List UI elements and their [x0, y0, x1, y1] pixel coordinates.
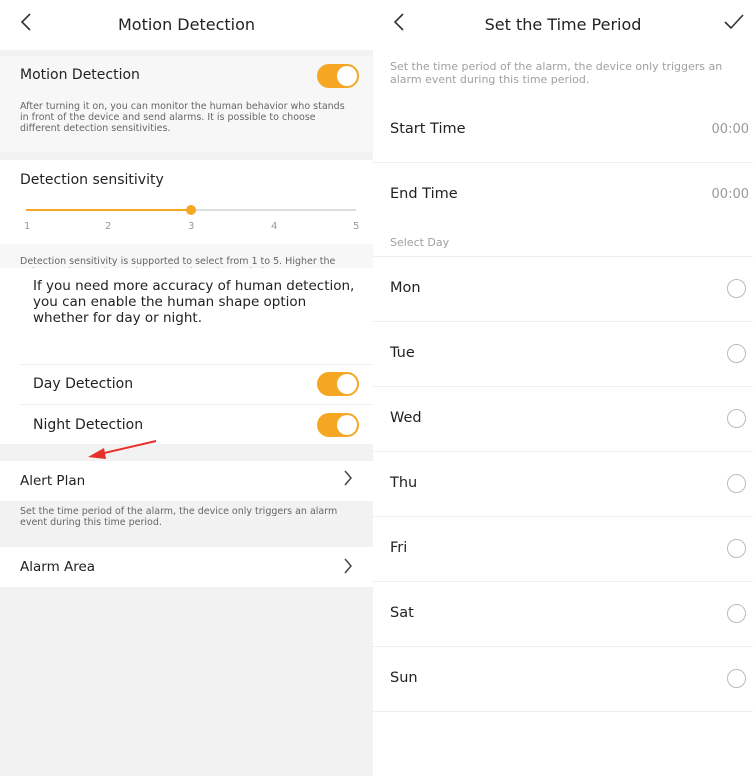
alert-plan-label: Alert Plan: [20, 473, 86, 489]
end-time-row[interactable]: End Time 00:00: [373, 163, 753, 227]
alert-plan-row[interactable]: Alert Plan: [0, 461, 373, 501]
day-row-fri[interactable]: Fri: [373, 517, 753, 581]
row-divider: [373, 711, 753, 712]
day-radio-thu[interactable]: [727, 474, 746, 493]
set-time-period-screen: Set the Time Period Set the time period …: [373, 0, 753, 776]
annotation-arrow-icon: [88, 440, 157, 459]
alert-plan-hint: Set the time period of the alarm, the de…: [20, 506, 338, 528]
sensitivity-section: Detection sensitivity 1 2 3 4 5 Detectio…: [0, 160, 373, 278]
sensitivity-slider-fill: [26, 209, 191, 211]
day-label: Mon: [390, 280, 421, 296]
day-row-wed[interactable]: Wed: [373, 387, 753, 451]
motion-detection-label: Motion Detection: [20, 67, 140, 83]
tick-label: 2: [105, 221, 112, 232]
day-detection-toggle[interactable]: [317, 372, 359, 396]
start-time-label: Start Time: [390, 121, 466, 137]
day-label: Sun: [390, 670, 418, 686]
motion-detection-screen: Motion Detection Motion Detection After …: [0, 0, 373, 776]
day-row-mon[interactable]: Mon: [373, 257, 753, 321]
day-radio-sun[interactable]: [727, 669, 746, 688]
day-row-thu[interactable]: Thu: [373, 452, 753, 516]
day-radio-wed[interactable]: [727, 409, 746, 428]
alarm-area-label: Alarm Area: [20, 559, 96, 575]
day-label: Sat: [390, 605, 414, 621]
end-time-value: 00:00: [711, 187, 749, 202]
night-detection-toggle[interactable]: [317, 413, 359, 437]
day-radio-sat[interactable]: [727, 604, 746, 623]
time-period-hint: Set the time period of the alarm, the de…: [390, 60, 723, 86]
human-shape-section: If you need more accuracy of human detec…: [0, 268, 373, 444]
day-row-sun[interactable]: Sun: [373, 647, 753, 711]
sensitivity-label: Detection sensitivity: [20, 172, 164, 188]
day-radio-tue[interactable]: [727, 344, 746, 363]
tick-label: 1: [24, 221, 31, 232]
end-time-label: End Time: [390, 186, 458, 202]
tick-label: 5: [353, 221, 360, 232]
nav-bar: Motion Detection: [0, 0, 373, 50]
start-time-value: 00:00: [711, 122, 749, 137]
day-detection-label: Day Detection: [33, 376, 134, 392]
motion-detection-section: Motion Detection After turning it on, yo…: [0, 56, 373, 152]
alarm-area-row[interactable]: Alarm Area: [0, 547, 373, 587]
human-shape-hint: If you need more accuracy of human detec…: [33, 278, 355, 326]
day-label: Fri: [390, 540, 408, 556]
start-time-row[interactable]: Start Time 00:00: [373, 98, 753, 162]
tick-label: 4: [271, 221, 278, 232]
tick-label: 3: [188, 221, 195, 232]
confirm-button[interactable]: [723, 12, 745, 38]
check-icon: [724, 14, 744, 30]
nav-bar: Set the Time Period: [373, 0, 753, 50]
day-label: Tue: [390, 345, 415, 361]
page-title: Motion Detection: [117, 15, 256, 34]
day-row-sat[interactable]: Sat: [373, 582, 753, 646]
day-label: Thu: [390, 475, 418, 491]
select-day-label: Select Day: [390, 236, 450, 249]
sensitivity-slider-thumb[interactable]: [186, 205, 196, 215]
chevron-right-icon: [344, 470, 352, 486]
motion-detection-hint: After turning it on, you can monitor the…: [20, 101, 345, 134]
motion-detection-toggle[interactable]: [317, 64, 359, 88]
night-detection-label: Night Detection: [33, 417, 144, 433]
page-title: Set the Time Period: [484, 15, 642, 34]
day-row-tue[interactable]: Tue: [373, 322, 753, 386]
day-radio-mon[interactable]: [727, 279, 746, 298]
day-radio-fri[interactable]: [727, 539, 746, 558]
day-label: Wed: [390, 410, 422, 426]
chevron-right-icon: [344, 558, 352, 574]
